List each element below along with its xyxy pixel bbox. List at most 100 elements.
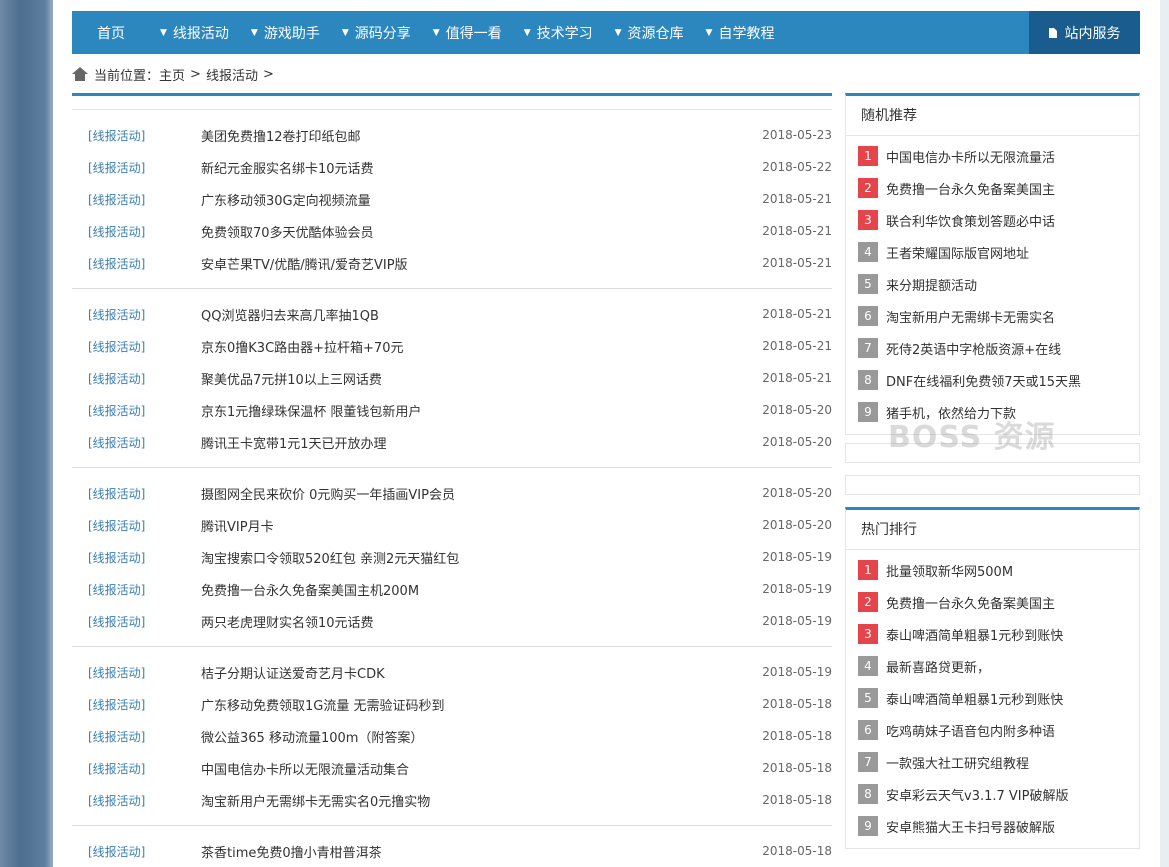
category-link[interactable]: [线报活动]	[72, 306, 201, 323]
category-link[interactable]: [线报活动]	[72, 517, 201, 534]
caret-down-icon: ▼	[432, 27, 440, 38]
table-row: [线报活动] 淘宝新用户无需绑卡无需实名0元撸实物 2018-05-18	[72, 784, 832, 816]
nav-item-game[interactable]: ▼ 游戏助手	[240, 11, 331, 54]
article-title-link[interactable]: 腾讯王卡宽带1元1天已开放办理	[201, 433, 752, 452]
list-item[interactable]: 1 批量领取新华网500M	[846, 554, 1139, 586]
article-date: 2018-05-20	[762, 518, 832, 532]
list-item[interactable]: 5 来分期提额活动	[846, 268, 1139, 300]
list-item-label: 一款强大社工研究组教程	[886, 756, 1030, 772]
list-item[interactable]: 3 泰山啤酒简单粗暴1元秒到账快	[846, 618, 1139, 650]
nav-item-resource[interactable]: ▼ 资源仓库	[604, 11, 695, 54]
list-item[interactable]: 6 吃鸡萌妹子语音包内附多种语	[846, 714, 1139, 746]
article-title-link[interactable]: 免费领取70多天优酷体验会员	[201, 222, 752, 241]
table-row: [线报活动] 中国电信办卡所以无限流量活动集合 2018-05-18	[72, 752, 832, 784]
category-link[interactable]: [线报活动]	[72, 760, 201, 777]
category-link[interactable]: [线报活动]	[72, 127, 201, 144]
nav-item-tutorial[interactable]: ▼ 自学教程	[695, 11, 786, 54]
list-item[interactable]: 9 安卓熊猫大王卡扫号器破解版	[846, 810, 1139, 842]
breadcrumb-current-link[interactable]: 线报活动	[206, 65, 258, 84]
category-link[interactable]: [线报活动]	[72, 338, 201, 355]
list-item[interactable]: 6 淘宝新用户无需绑卡无需实名	[846, 300, 1139, 332]
widget-title: 随机推荐	[846, 96, 1139, 136]
article-group: [线报活动] QQ浏览器归去来高几率抽1QB 2018-05-21 [线报活动] 京东0…	[72, 289, 832, 468]
list-item[interactable]: 3 联合利华饮食策划答题必中话	[846, 204, 1139, 236]
list-item-label: 泰山啤酒简单粗暴1元秒到账快	[886, 628, 1064, 644]
table-row: [线报活动] 茶香time免费0撸小青柑普洱茶 2018-05-18	[72, 835, 832, 867]
list-item[interactable]: 7 死侍2英语中字枪版资源+在线	[846, 332, 1139, 364]
category-link[interactable]: [线报活动]	[72, 696, 201, 713]
article-title-link[interactable]: 聚美优品7元拼10以上三网话费	[201, 369, 752, 388]
nav-item-xianbao[interactable]: ▼ 线报活动	[149, 11, 240, 54]
article-title-link[interactable]: 美团免费撸12卷打印纸包邮	[201, 126, 752, 145]
article-title-link[interactable]: QQ浏览器归去来高几率抽1QB	[201, 305, 752, 324]
article-title-link[interactable]: 京东0撸K3C路由器+拉杆箱+70元	[201, 337, 752, 356]
nav-item-tech[interactable]: ▼ 技术学习	[513, 11, 604, 54]
nav-item-worth[interactable]: ▼ 值得一看	[422, 11, 513, 54]
category-link[interactable]: [线报活动]	[72, 485, 201, 502]
category-link[interactable]: [线报活动]	[72, 402, 201, 419]
table-row: [线报活动] 聚美优品7元拼10以上三网话费 2018-05-21	[72, 362, 832, 394]
nav-home[interactable]: 首页	[72, 11, 149, 54]
table-row: [线报活动] 安卓芒果TV/优酷/腾讯/爱奇艺VIP版 2018-05-21	[72, 247, 832, 279]
rank-badge: 9	[858, 402, 878, 422]
article-title-link[interactable]: 两只老虎理财实名领10元话费	[201, 612, 752, 631]
breadcrumb-prefix: 当前位置：	[94, 68, 160, 84]
article-title-link[interactable]: 腾讯VIP月卡	[201, 516, 752, 535]
list-item[interactable]: 8 安卓彩云天气v3.1.7 VIP破解版	[846, 778, 1139, 810]
article-title-link[interactable]: 桔子分期认证送爱奇艺月卡CDK	[201, 663, 752, 682]
home-icon	[72, 67, 88, 81]
breadcrumb-home-link[interactable]: 主页	[159, 65, 185, 84]
article-title-link[interactable]: 中国电信办卡所以无限流量活动集合	[201, 759, 752, 778]
site-service-button[interactable]: 站内服务	[1029, 11, 1140, 54]
category-link[interactable]: [线报活动]	[72, 255, 201, 272]
category-link[interactable]: [线报活动]	[72, 549, 201, 566]
category-link[interactable]: [线报活动]	[72, 191, 201, 208]
nav-item-source[interactable]: ▼ 源码分享	[331, 11, 422, 54]
table-row: [线报活动] 腾讯VIP月卡 2018-05-20	[72, 509, 832, 541]
rank-badge: 3	[858, 210, 878, 230]
article-title-link[interactable]: 广东移动免费领取1G流量 无需验证码秒到	[201, 695, 752, 714]
hot-ranking-list: 1 批量领取新华网500M 2 免费撸一台永久免备案美国主 3 泰山啤酒简单粗暴1元秒到账…	[846, 550, 1139, 848]
category-link[interactable]: [线报活动]	[72, 728, 201, 745]
article-date: 2018-05-20	[762, 435, 832, 449]
top-nav: 首页 ▼ 线报活动 ▼ 游戏助手 ▼ 源码分享 ▼ 值得一看 ▼ 技术学习 ▼ 资源仓库 ▼…	[72, 11, 1140, 54]
article-title-link[interactable]: 京东1元撸绿珠保温杯 限董钱包新用户	[201, 401, 752, 420]
list-item-label: 安卓熊猫大王卡扫号器破解版	[886, 820, 1056, 836]
article-title-link[interactable]: 微公益365 移动流量100m（附答案）	[201, 727, 752, 746]
list-item[interactable]: 1 中国电信办卡所以无限流量活	[846, 140, 1139, 172]
article-title-link[interactable]: 茶香time免费0撸小青柑普洱茶	[201, 842, 752, 861]
site-service-label: 站内服务	[1064, 25, 1121, 42]
category-link[interactable]: [线报活动]	[72, 664, 201, 681]
category-link[interactable]: [线报活动]	[72, 159, 201, 176]
article-title-link[interactable]: 淘宝新用户无需绑卡无需实名0元撸实物	[201, 791, 752, 810]
list-item[interactable]: 2 免费撸一台永久免备案美国主	[846, 172, 1139, 204]
rank-badge: 1	[858, 146, 878, 166]
article-date: 2018-05-18	[762, 761, 832, 775]
category-link[interactable]: [线报活动]	[72, 613, 201, 630]
category-link[interactable]: [线报活动]	[72, 581, 201, 598]
article-title-link[interactable]: 广东移动领30G定向视频流量	[201, 190, 752, 209]
category-link[interactable]: [线报活动]	[72, 434, 201, 451]
list-item-label: 淘宝新用户无需绑卡无需实名	[886, 310, 1056, 326]
nav-label: 自学教程	[718, 25, 775, 42]
category-link[interactable]: [线报活动]	[72, 792, 201, 809]
list-item-label: 安卓彩云天气v3.1.7 VIP破解版	[886, 788, 1069, 804]
category-link[interactable]: [线报活动]	[72, 223, 201, 240]
list-item[interactable]: 4 最新喜路贷更新，	[846, 650, 1139, 682]
article-title-link[interactable]: 新纪元金服实名绑卡10元话费	[201, 158, 752, 177]
article-title-link[interactable]: 免费撸一台永久免备案美国主机200M	[201, 580, 752, 599]
list-item[interactable]: 5 泰山啤酒简单粗暴1元秒到账快	[846, 682, 1139, 714]
article-title-link[interactable]: 摄图网全民来砍价 0元购买一年插画VIP会员	[201, 484, 752, 503]
list-item-label: 最新喜路贷更新，	[886, 660, 991, 676]
article-date: 2018-05-19	[762, 582, 832, 596]
list-item[interactable]: 2 免费撸一台永久免备案美国主	[846, 586, 1139, 618]
article-title-link[interactable]: 淘宝搜索口令领取520红包 亲测2元天猫红包	[201, 548, 752, 567]
list-item[interactable]: 7 一款强大社工研究组教程	[846, 746, 1139, 778]
table-row: [线报活动] 广东移动领30G定向视频流量 2018-05-21	[72, 183, 832, 215]
category-link[interactable]: [线报活动]	[72, 370, 201, 387]
category-link[interactable]: [线报活动]	[72, 843, 201, 860]
list-item[interactable]: 8 DNF在线福利免费领7天或15天黑	[846, 364, 1139, 396]
list-item[interactable]: 4 王者荣耀国际版官网地址	[846, 236, 1139, 268]
article-title-link[interactable]: 安卓芒果TV/优酷/腾讯/爱奇艺VIP版	[201, 254, 752, 273]
article-date: 2018-05-19	[762, 665, 832, 679]
